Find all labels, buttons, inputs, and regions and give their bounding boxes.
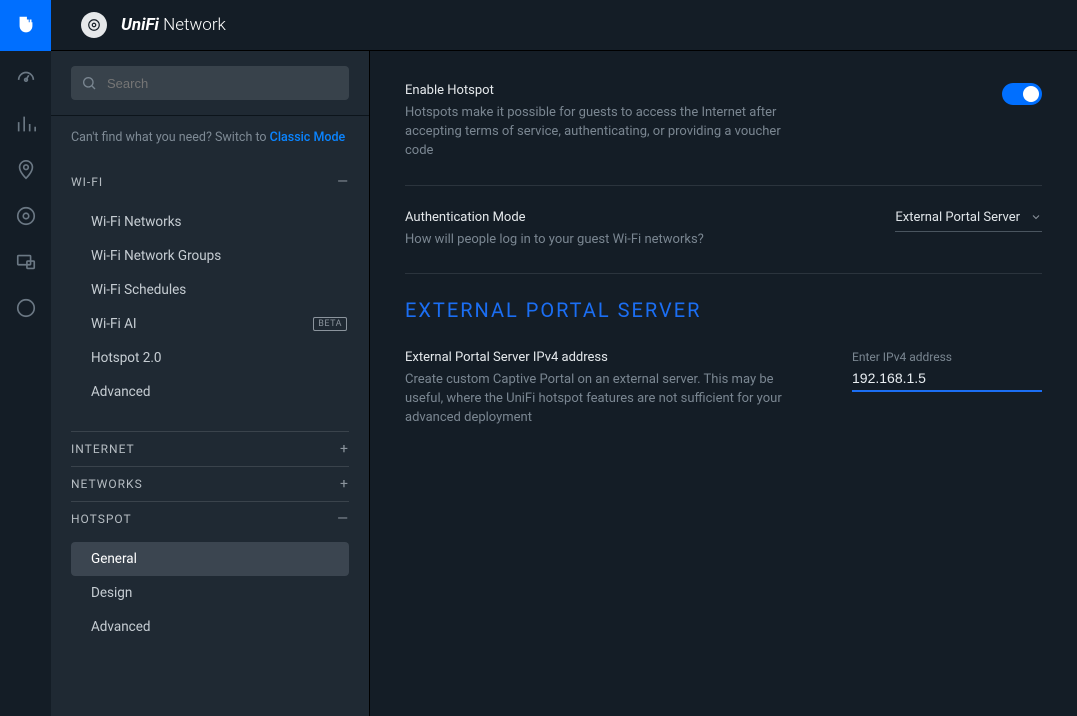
enable-hotspot-label: Enable Hotspot: [405, 83, 792, 98]
section-header-wifi[interactable]: WI-FI —: [71, 165, 349, 199]
clients-icon[interactable]: [15, 251, 37, 273]
nav-item-wifi-schedules[interactable]: Wi-Fi Schedules: [71, 273, 349, 307]
nav-item-hotspot-advanced[interactable]: Advanced: [71, 610, 349, 644]
search-icon: [81, 75, 97, 91]
nav-rail: [0, 51, 51, 716]
auth-mode-dropdown[interactable]: External Portal Server: [895, 210, 1042, 232]
enable-hotspot-desc: Hotspots make it possible for guests to …: [405, 104, 792, 161]
ext-portal-ip-label: External Portal Server IPv4 address: [405, 350, 792, 365]
ubiquiti-logo[interactable]: [0, 0, 51, 51]
external-portal-section-title: EXTERNAL PORTAL SERVER: [405, 298, 1042, 322]
toggle-knob-icon: [1023, 86, 1039, 102]
statistics-icon[interactable]: [15, 113, 37, 135]
auth-mode-desc: How will people log in to your guest Wi-…: [405, 231, 792, 250]
nav-item-hotspot-general[interactable]: General: [71, 542, 349, 576]
nav-item-wifi-advanced[interactable]: Advanced: [71, 375, 349, 409]
section-header-hotspot[interactable]: HOTSPOT —: [71, 501, 349, 536]
expand-icon: +: [340, 442, 349, 456]
ext-portal-ip-input[interactable]: [852, 368, 1042, 392]
search-box[interactable]: [71, 66, 349, 100]
map-icon[interactable]: [15, 159, 37, 181]
expand-icon: +: [340, 477, 349, 491]
auth-mode-label: Authentication Mode: [405, 210, 792, 225]
nav-item-hotspot20[interactable]: Hotspot 2.0: [71, 341, 349, 375]
network-app-icon: [81, 12, 107, 38]
devices-icon[interactable]: [15, 205, 37, 227]
beta-badge: BETA: [313, 317, 347, 331]
nav-item-wifi-networks[interactable]: Wi-Fi Networks: [71, 205, 349, 239]
collapse-icon: —: [337, 512, 349, 526]
settings-nav-panel: Can't find what you need? Switch to Clas…: [51, 51, 370, 716]
nav-item-wifi-network-groups[interactable]: Wi-Fi Network Groups: [71, 239, 349, 273]
settings-content: Enable Hotspot Hotspots make it possible…: [370, 51, 1077, 716]
ext-portal-ip-placeholder-label: Enter IPv4 address: [852, 350, 1042, 364]
section-body-wifi: Wi-Fi Networks Wi-Fi Network Groups Wi-F…: [71, 199, 349, 431]
settings-icon[interactable]: [15, 297, 37, 319]
top-bar: UniFi Network: [0, 0, 1077, 51]
auth-mode-value: External Portal Server: [895, 210, 1020, 225]
section-header-internet[interactable]: INTERNET +: [71, 431, 349, 466]
classic-mode-hint: Can't find what you need? Switch to Clas…: [51, 116, 369, 145]
nav-item-wifi-ai[interactable]: Wi-Fi AI BETA: [71, 307, 349, 341]
collapse-icon: —: [337, 175, 349, 189]
app-logo[interactable]: UniFi Network: [81, 12, 226, 38]
nav-item-hotspot-design[interactable]: Design: [71, 576, 349, 610]
search-input[interactable]: [107, 76, 339, 91]
app-name: UniFi Network: [121, 15, 226, 35]
chevron-down-icon: [1030, 211, 1042, 223]
dashboard-icon[interactable]: [15, 67, 37, 89]
section-body-hotspot: General Design Advanced: [71, 536, 349, 666]
classic-mode-link[interactable]: Classic Mode: [270, 130, 346, 145]
ext-portal-ip-desc: Create custom Captive Portal on an exter…: [405, 371, 792, 428]
section-header-networks[interactable]: NETWORKS +: [71, 466, 349, 501]
enable-hotspot-toggle[interactable]: [1002, 83, 1042, 105]
